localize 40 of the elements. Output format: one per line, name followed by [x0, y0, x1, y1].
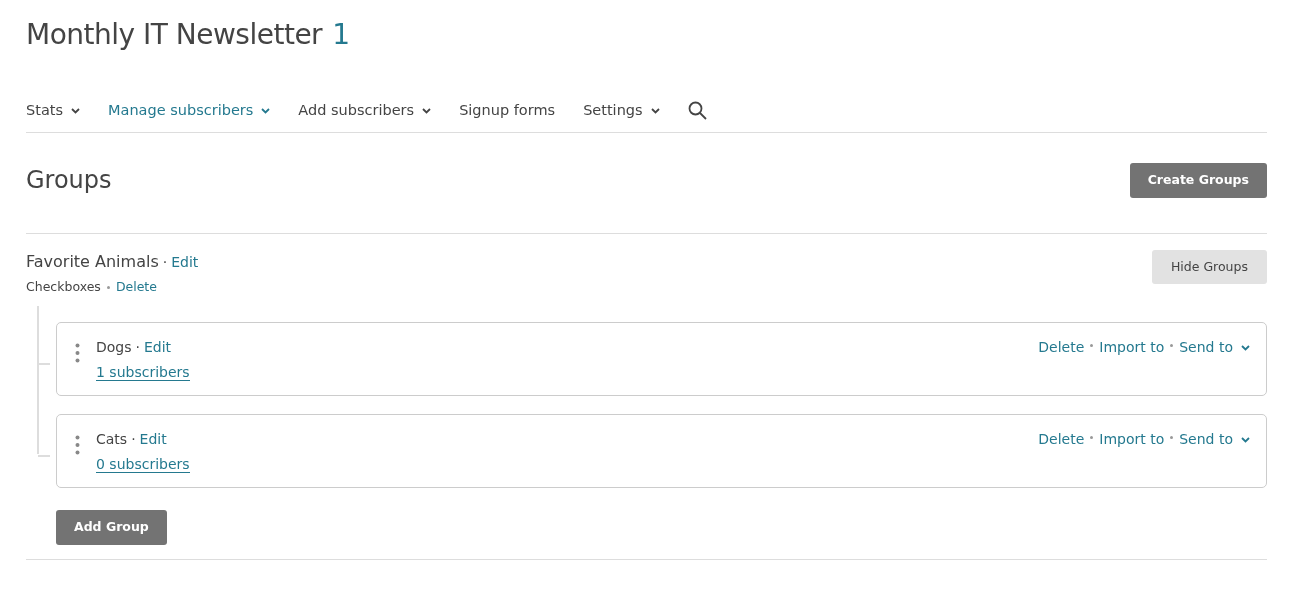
hide-groups-button[interactable]: Hide Groups [1151, 249, 1267, 285]
chevron-icon [1241, 344, 1250, 351]
delete-link[interactable]: Delete [115, 277, 157, 297]
page-title: Monthly IT Newsletter [26, 17, 323, 53]
bullet-icon [1090, 435, 1094, 439]
search-icon[interactable] [687, 101, 707, 121]
category-name: Favorite Animals [26, 250, 159, 273]
edit-link[interactable]: Edit [139, 429, 167, 451]
category-type: Checkboxes [26, 277, 101, 296]
nav-tab[interactable]: Stats [26, 100, 80, 122]
group-name: Dogs [96, 338, 132, 358]
separator-text: · [135, 338, 140, 358]
nav-tab[interactable]: Add subscribers [298, 100, 432, 122]
nav-tab[interactable]: Settings [583, 100, 660, 122]
drag-handle-icon[interactable] [75, 435, 80, 456]
nav-tab[interactable]: Manage subscribers [108, 100, 271, 122]
subscribers-link[interactable]: 0 subscribers [96, 456, 190, 474]
drag-handle-icon[interactable] [75, 343, 80, 364]
title-count: 1 [332, 17, 350, 53]
nav-tab[interactable]: Signup forms [459, 100, 556, 122]
action-link[interactable]: Delete [1038, 337, 1085, 359]
group-name: Cats [96, 430, 128, 450]
separator-text: · [162, 252, 168, 272]
bullet-icon [1090, 343, 1094, 347]
add-group-button[interactable]: Add Group [56, 510, 167, 545]
action-link[interactable]: Send to [1179, 429, 1250, 451]
bullet-icon [1170, 435, 1174, 439]
subscribers-link[interactable]: 1 subscribers [96, 364, 190, 382]
action-link[interactable]: Send to [1179, 337, 1250, 359]
edit-link[interactable]: Edit [144, 337, 172, 359]
action-link[interactable]: Import to [1099, 337, 1165, 359]
section-heading: Groups [26, 165, 112, 195]
chevron-icon [1241, 436, 1250, 443]
separator-text: · [131, 430, 136, 450]
edit-link[interactable]: Edit [171, 251, 199, 273]
action-link[interactable]: Delete [1038, 429, 1085, 451]
bullet-icon [1170, 343, 1174, 347]
bullet-icon [106, 286, 110, 289]
create-groups-button[interactable]: Create Groups [1129, 162, 1267, 198]
action-link[interactable]: Import to [1099, 429, 1165, 451]
